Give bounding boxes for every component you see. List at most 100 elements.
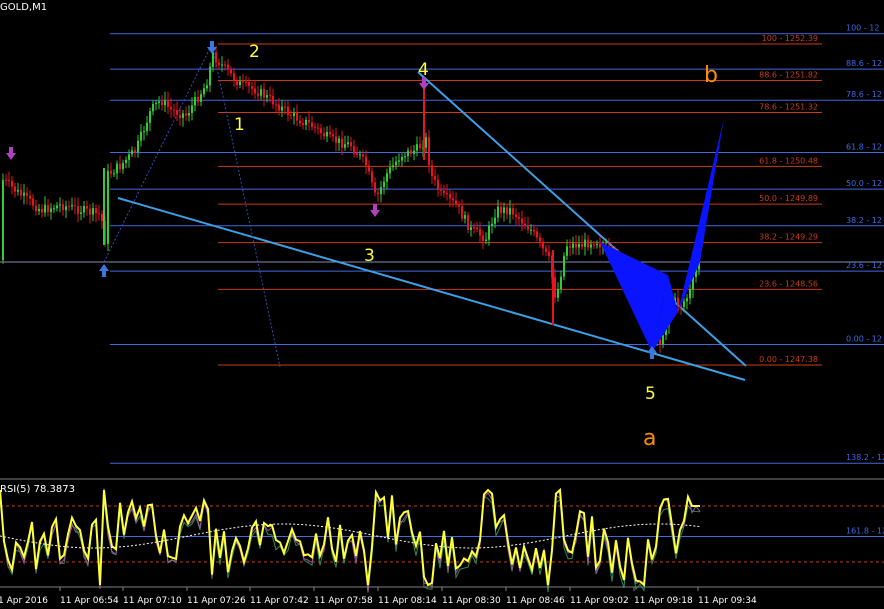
candle-body bbox=[38, 208, 40, 212]
candle-body bbox=[266, 95, 268, 98]
axis-tick-label: 11 Apr 09:34 bbox=[698, 596, 757, 606]
arrow-up-icon bbox=[647, 346, 657, 359]
candle-body bbox=[467, 215, 469, 230]
fib-level-lines bbox=[0, 33, 884, 538]
candle-body bbox=[179, 114, 181, 118]
wave-label-b: b bbox=[704, 63, 718, 88]
candle-body bbox=[212, 52, 214, 67]
wave-label-2: 2 bbox=[249, 42, 260, 62]
candle-body bbox=[206, 85, 208, 89]
candle-body bbox=[332, 134, 334, 137]
candle-body bbox=[218, 62, 220, 66]
fib-label-blue: 0.00 - 12 bbox=[846, 334, 882, 343]
candle-body bbox=[407, 150, 409, 157]
fib-label-red: 100 - 1252.39 bbox=[762, 34, 818, 43]
candle-body bbox=[365, 156, 367, 166]
candlestick-series bbox=[2, 44, 700, 353]
candle-body bbox=[320, 128, 322, 134]
candle-body bbox=[59, 204, 61, 206]
candle-body bbox=[476, 227, 478, 230]
fib-label-red: 38.2 - 1249.29 bbox=[759, 233, 818, 242]
candle-body bbox=[341, 138, 343, 148]
candle-body bbox=[488, 225, 490, 240]
candle-body bbox=[482, 235, 484, 241]
candle-body bbox=[248, 81, 250, 87]
candle-body bbox=[575, 243, 577, 248]
candle-body bbox=[323, 133, 325, 137]
candle-body bbox=[440, 189, 442, 191]
candle-body bbox=[518, 217, 520, 219]
candle-body bbox=[116, 163, 118, 174]
candle-body bbox=[317, 127, 319, 129]
candle-body bbox=[5, 179, 7, 181]
candle-body bbox=[401, 156, 403, 161]
arrow-down-icon bbox=[370, 204, 380, 217]
candle-body bbox=[155, 103, 157, 105]
axis-tick-label: 11 Apr 07:10 bbox=[123, 596, 182, 606]
candle-body bbox=[527, 225, 529, 230]
candle-body bbox=[182, 113, 184, 118]
candle-body bbox=[548, 251, 550, 256]
candle-body bbox=[239, 81, 241, 86]
candle-body bbox=[398, 160, 400, 162]
candle-body bbox=[566, 246, 568, 256]
candle-body bbox=[122, 162, 124, 170]
candle-body bbox=[542, 241, 544, 249]
candle-body bbox=[530, 229, 532, 231]
candle-body bbox=[278, 104, 280, 111]
candle-body bbox=[143, 131, 145, 133]
candle-body bbox=[284, 106, 286, 108]
arrow-up-icon bbox=[99, 264, 109, 277]
candle-body bbox=[26, 192, 28, 196]
candle-body bbox=[425, 137, 427, 148]
candle-body bbox=[380, 187, 382, 195]
candle-body bbox=[410, 150, 412, 154]
axis-tick-label: 11 Apr 07:42 bbox=[250, 596, 309, 606]
time-axis: 1 Apr 2016 11 Apr 06:54 11 Apr 07:10 11 Apr… bbox=[0, 586, 884, 606]
wave-label-5: 5 bbox=[645, 384, 656, 404]
chart-window: 2 1 4 3 5 b a 100 - 1252.39 88.6 - 1251.82 78.6 … bbox=[0, 0, 884, 609]
candle-body bbox=[329, 132, 331, 135]
pattern-projection bbox=[678, 118, 724, 312]
candle-body bbox=[197, 97, 199, 102]
price-chart: 2 1 4 3 5 b a 100 - 1252.39 88.6 - 1251.82 78.6 … bbox=[0, 24, 884, 606]
candle-body bbox=[569, 246, 571, 248]
candle-body bbox=[563, 255, 565, 277]
candle-body bbox=[227, 64, 229, 70]
axis-tick-label: 11 Apr 08:14 bbox=[378, 596, 437, 606]
fib-label-blue: 138.2 - 12 bbox=[846, 453, 884, 462]
fib-label-blue: 100 - 12 bbox=[846, 24, 879, 33]
candle-body bbox=[50, 208, 52, 213]
axis-tick-label: 11 Apr 06:54 bbox=[60, 596, 119, 606]
candle-body bbox=[473, 227, 475, 229]
candle-body bbox=[557, 289, 559, 298]
candle-body bbox=[71, 205, 73, 207]
wave-label-1: 1 bbox=[234, 115, 245, 135]
candle-body bbox=[371, 171, 373, 183]
candle-body bbox=[224, 64, 226, 66]
candle-body bbox=[80, 212, 82, 214]
candle-body bbox=[677, 297, 679, 306]
candle-body bbox=[200, 94, 202, 102]
candle-body bbox=[593, 244, 595, 246]
candle-body bbox=[44, 204, 46, 213]
candle-body bbox=[683, 301, 685, 307]
candle-body bbox=[251, 86, 253, 89]
candle-body bbox=[515, 214, 517, 218]
axis-tick-label: 11 Apr 07:58 bbox=[314, 596, 373, 606]
candle-body bbox=[539, 237, 541, 242]
candle-body bbox=[152, 103, 154, 112]
candle-body bbox=[191, 105, 193, 114]
candle-body bbox=[281, 106, 283, 111]
candle-body bbox=[461, 206, 463, 219]
candle-body bbox=[215, 52, 217, 63]
candle-body bbox=[326, 132, 328, 137]
candle-body bbox=[395, 161, 397, 166]
candle-body bbox=[347, 142, 349, 145]
fib-label-blue: 23.6 - 12 bbox=[846, 261, 882, 270]
candle-body bbox=[161, 101, 163, 106]
axis-tick-label: 11 Apr 09:18 bbox=[634, 596, 693, 606]
candle-body bbox=[335, 136, 337, 143]
candle-body bbox=[173, 109, 175, 111]
candle-body bbox=[269, 95, 271, 97]
